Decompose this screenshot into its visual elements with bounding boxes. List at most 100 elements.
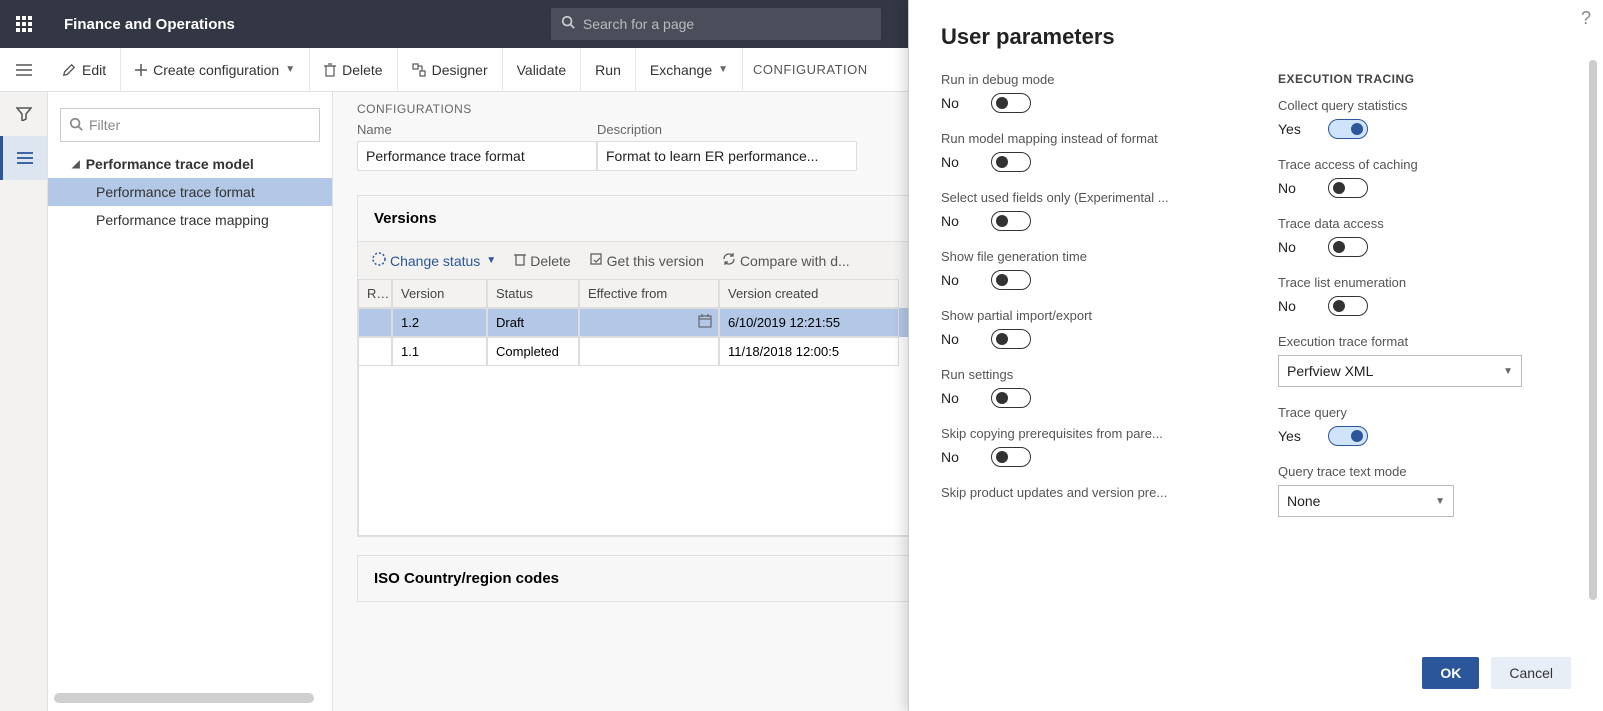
execution-tracing-title: EXECUTION TRACING [1278,72,1571,86]
versions-delete-label: Delete [530,253,570,269]
toggle[interactable] [991,152,1031,172]
toggle[interactable] [991,270,1031,290]
exec-trace-format-select[interactable]: Perfview XML ▼ [1278,355,1522,387]
change-status-label: Change status [390,253,480,269]
cell-status: Completed [487,337,579,366]
col-effective[interactable]: Effective from [579,279,719,308]
tree-root-label: Performance trace model [86,156,254,172]
tree-item-mapping[interactable]: Performance trace mapping [48,206,332,234]
trace-query-toggle[interactable] [1328,426,1368,446]
create-config-button[interactable]: Create configuration ▼ [121,48,310,92]
status-icon [372,252,386,269]
trash-icon [324,63,336,77]
field-value: No [1278,239,1304,255]
plus-icon [135,64,147,76]
field-label: Trace data access [1278,216,1571,231]
cell-created: 6/10/2019 12:21:55 [719,308,899,337]
toggle-field: Collect query statisticsYes [1278,98,1571,139]
validate-button[interactable]: Validate [503,48,582,92]
filter-input[interactable]: Filter [60,108,320,142]
field-label: Skip product updates and version pre... [941,485,1234,500]
tree-root[interactable]: ◢ Performance trace model [48,150,332,178]
col-created[interactable]: Version created [719,279,899,308]
search-input[interactable]: Search for a page [551,8,881,40]
delete-button[interactable]: Delete [310,48,397,92]
vertical-scrollbar[interactable] [1589,60,1597,600]
toggle[interactable] [991,388,1031,408]
col-status[interactable]: Status [487,279,579,308]
designer-button[interactable]: Designer [398,48,503,92]
list-rail-icon[interactable] [0,136,47,180]
search-icon [561,15,575,34]
field-label: Skip copying prerequisites from pare... [941,426,1234,441]
user-parameters-panel: ? User parameters Run in debug modeNoRun… [908,0,1603,711]
field-value: No [941,95,967,111]
compare-label: Compare with d... [740,253,850,269]
field-label: Select used fields only (Experimental ..… [941,190,1234,205]
toggle-field: Show partial import/export No [941,308,1234,349]
edit-button[interactable]: Edit [48,48,121,92]
get-version-button[interactable]: Get this version [589,252,704,269]
chevron-down-icon: ▼ [1435,496,1445,507]
hamburger-icon[interactable] [0,48,48,92]
field-label: Run settings [941,367,1234,382]
left-rail [0,92,48,711]
select-value: None [1287,493,1320,509]
run-label: Run [595,62,621,78]
versions-delete-button[interactable]: Delete [514,252,570,269]
toggle-field: Show file generation timeNo [941,249,1234,290]
cancel-button[interactable]: Cancel [1491,657,1571,689]
trace-query-field: Trace query Yes [1278,405,1571,446]
query-mode-select[interactable]: None ▼ [1278,485,1454,517]
help-icon[interactable]: ? [1581,8,1591,29]
tree-panel: Filter ◢ Performance trace model Perform… [48,92,333,711]
exchange-button[interactable]: Exchange ▼ [636,48,743,92]
app-launcher-icon[interactable] [0,0,48,48]
exec-trace-format-field: Execution trace format Perfview XML ▼ [1278,334,1571,387]
create-config-label: Create configuration [153,62,279,78]
cell-version: 1.2 [392,308,487,337]
toggle[interactable] [1328,119,1368,139]
field-label: Trace access of caching [1278,157,1571,172]
toggle[interactable] [1328,296,1368,316]
chevron-down-icon: ▼ [1503,366,1513,377]
compare-button[interactable]: Compare with d... [722,252,850,269]
designer-label: Designer [432,62,488,78]
toggle[interactable] [1328,237,1368,257]
field-value: No [1278,298,1304,314]
toggle-field: Trace list enumeration No [1278,275,1571,316]
field-label: Show partial import/export [941,308,1234,323]
toggle[interactable] [991,447,1031,467]
validate-label: Validate [517,62,567,78]
calendar-icon[interactable] [698,314,712,331]
edit-label: Edit [82,62,106,78]
select-value: Perfview XML [1287,363,1373,379]
ok-button[interactable]: OK [1422,657,1479,689]
field-value: No [941,331,967,347]
exchange-label: Exchange [650,62,712,78]
field-label: Trace list enumeration [1278,275,1571,290]
config-desc-value[interactable]: Format to learn ER performance... [597,141,857,171]
designer-icon [412,63,426,77]
col-r[interactable]: R... [358,279,392,308]
col-version[interactable]: Version [392,279,487,308]
change-status-button[interactable]: Change status ▼ [372,252,496,269]
toggle[interactable] [991,93,1031,113]
run-button[interactable]: Run [581,48,636,92]
filter-rail-icon[interactable] [0,92,47,136]
chevron-down-icon: ▼ [718,64,728,75]
delete-label: Delete [342,62,382,78]
toggle[interactable] [1328,178,1368,198]
chevron-down-icon: ▼ [285,64,295,75]
toggle-field: Run model mapping instead of formatNo [941,131,1234,172]
tree-item-format[interactable]: Performance trace format [48,178,332,206]
col-name-header: Name [357,122,597,137]
exec-trace-format-label: Execution trace format [1278,334,1571,349]
config-name-value[interactable]: Performance trace format [357,141,597,171]
horizontal-scrollbar[interactable] [54,693,314,703]
toggle[interactable] [991,329,1031,349]
toggle[interactable] [991,211,1031,231]
query-mode-field: Query trace text mode None ▼ [1278,464,1571,517]
cell-effective [579,308,719,337]
trace-query-value: Yes [1278,428,1304,444]
